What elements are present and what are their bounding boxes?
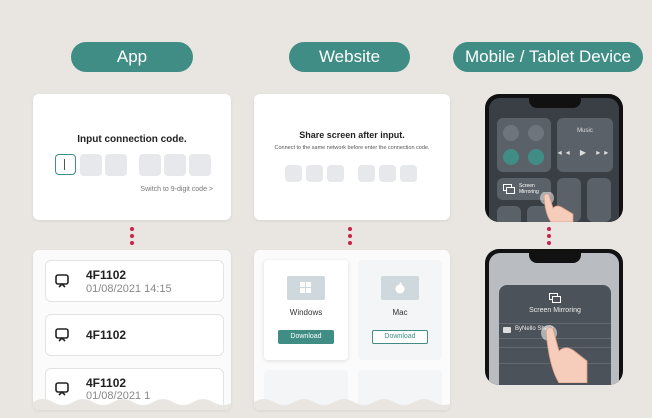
playback-controls[interactable]: ◂◂ ▶ ▸▸ <box>557 148 613 157</box>
mac-download-button[interactable]: Download <box>372 330 428 344</box>
code-digit-1[interactable] <box>55 154 76 175</box>
web-code-digit-3[interactable] <box>327 165 344 182</box>
app-header: App <box>71 42 193 72</box>
mirroring-panel-title: Screen Mirroring <box>529 307 581 314</box>
device-name: 4F1102 <box>86 328 127 342</box>
web-code-digit-4[interactable] <box>358 165 375 182</box>
apple-icon <box>395 282 405 294</box>
finger-tap-icon <box>540 192 574 222</box>
torn-edge <box>480 399 630 410</box>
cast-icon <box>55 382 69 396</box>
website-download-card: Windows Download Mac Download <box>254 250 450 410</box>
website-header: Website <box>289 42 410 72</box>
app-device-list-card: 4F1102 01/08/2021 14:15 4F1102 4F1102 01… <box>33 250 231 410</box>
app-code-title: Input connection code. <box>77 134 187 145</box>
device-name: 4F1102 <box>86 268 127 282</box>
torn-edge <box>254 399 450 410</box>
website-code-instruction: Connect to the same network before enter… <box>274 145 430 151</box>
code-digit-3[interactable] <box>105 154 127 176</box>
device-row-2[interactable]: 4F1102 <box>45 314 224 356</box>
web-code-digit-5[interactable] <box>379 165 396 182</box>
app-connection-code-card: Input connection code. Switch to 9-digit… <box>33 94 231 220</box>
volume-tile[interactable] <box>587 178 611 222</box>
monitor-icon <box>287 276 325 300</box>
code-digit-2[interactable] <box>80 154 102 176</box>
monitor-icon <box>381 276 419 300</box>
lock-rotation-tile[interactable] <box>497 206 521 222</box>
music-label: Music <box>577 128 593 134</box>
mac-label: Mac <box>392 308 408 317</box>
web-code-digit-2[interactable] <box>306 165 323 182</box>
screen-mirroring-icon <box>549 293 561 303</box>
windows-download-button[interactable]: Download <box>278 330 334 344</box>
airplane-icon[interactable] <box>503 125 519 141</box>
connector-dots-app <box>130 227 134 248</box>
bluetooth-icon[interactable] <box>528 149 544 165</box>
cast-icon <box>55 328 69 342</box>
web-code-digit-6[interactable] <box>400 165 417 182</box>
switch-code-link[interactable]: Switch to 9-digit code > <box>140 186 213 193</box>
mobile-header: Mobile / Tablet Device <box>453 42 643 72</box>
cellular-icon[interactable] <box>528 125 544 141</box>
device-date: 01/08/2021 14:15 <box>86 283 172 295</box>
phone-control-center: Music ◂◂ ▶ ▸▸ Screen Mirroring <box>485 94 623 222</box>
code-digit-4[interactable] <box>139 154 161 176</box>
web-code-digit-1[interactable] <box>285 165 302 182</box>
windows-icon <box>300 282 311 293</box>
website-code-card: Share screen after input. Connect to the… <box>254 94 450 220</box>
screen-mirroring-icon <box>503 184 515 194</box>
device-row-1[interactable]: 4F1102 01/08/2021 14:15 <box>45 260 224 302</box>
phone-mirroring-panel: Screen Mirroring ByNello Share <box>485 249 623 385</box>
tv-icon <box>503 327 511 333</box>
cast-icon <box>55 274 69 288</box>
windows-label: Windows <box>289 308 323 317</box>
finger-tap-icon <box>541 325 588 383</box>
wifi-icon[interactable] <box>503 149 519 165</box>
windows-option[interactable]: Windows Download <box>264 260 348 360</box>
music-tile[interactable]: Music ◂◂ ▶ ▸▸ <box>557 118 613 172</box>
connector-dots-website <box>348 227 352 248</box>
code-digit-5[interactable] <box>164 154 186 176</box>
device-name: 4F1102 <box>86 376 127 390</box>
mac-option[interactable]: Mac Download <box>358 260 442 360</box>
website-code-title: Share screen after input. <box>299 130 405 140</box>
connectivity-tile[interactable] <box>497 118 551 172</box>
connector-dots-mobile <box>547 227 551 248</box>
code-digit-6[interactable] <box>189 154 211 176</box>
torn-edge <box>33 399 231 410</box>
